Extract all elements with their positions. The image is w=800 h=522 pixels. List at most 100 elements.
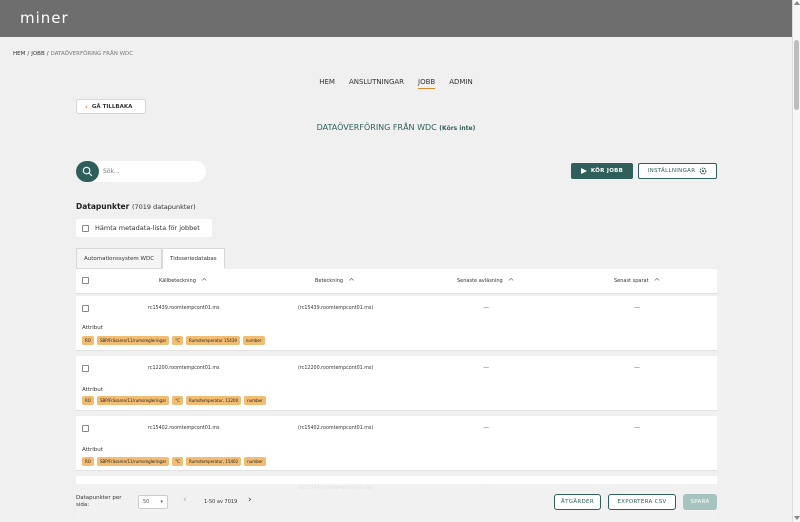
play-icon <box>580 168 587 174</box>
column-last-read[interactable]: Senaste avläsning ^ <box>457 277 514 285</box>
actions-button[interactable]: ÅTGÄRDER <box>554 494 601 510</box>
row-name: (rc12200.roomtempcont01.ms) <box>298 366 374 371</box>
row-source: rc12200.roomtempcont01.ms <box>148 366 220 371</box>
nav-item-home[interactable]: HEM <box>319 78 335 88</box>
row-last-saved: — <box>634 364 640 371</box>
top-bar: miner <box>0 0 792 37</box>
row-last-read: — <box>483 424 489 431</box>
nav-item-connections[interactable]: ANSLUTNINGAR <box>349 78 404 88</box>
settings-label: INSTÄLLNINGAR <box>647 168 696 174</box>
per-page-select[interactable]: 50 ▾ <box>138 495 168 509</box>
datapoints-heading: Datapunkter (7019 datapunkter) <box>76 202 196 211</box>
logo[interactable]: miner <box>20 9 69 27</box>
row-last-saved: — <box>634 424 640 431</box>
scrollbar[interactable] <box>792 0 800 522</box>
badge: RO <box>82 336 94 345</box>
table-row[interactable]: rc12200.roomtempcont01.ms (rc12200.roomt… <box>76 356 717 411</box>
search-box <box>76 161 206 182</box>
badge: number <box>242 336 265 345</box>
tab-automation-system[interactable]: Automationssystem WDC <box>76 248 163 269</box>
back-button[interactable]: ‹ GÅ TILLBAKA <box>76 99 146 114</box>
page-title: DATAÖVERFÖRING FRÅN WDC (Körs inte) <box>0 123 792 132</box>
row-last-read: — <box>483 304 489 311</box>
badge: Rumstemperatur, 15402 <box>185 457 242 466</box>
run-job-label: KÖR JOBB <box>590 168 624 174</box>
breadcrumb-current: DATAÖVERFÖRING FRÅN WDC <box>50 51 134 57</box>
chevron-left-icon[interactable]: ‹ <box>183 495 187 505</box>
datapoints-count: (7019 datapunkter) <box>131 203 196 211</box>
column-name-label: Beteckning <box>315 278 344 284</box>
datapoints-title: Datapunkter <box>76 202 130 211</box>
save-button[interactable]: SPARA <box>683 494 717 510</box>
table-row[interactable]: rc15402.roomtempcont01.ms (rc15402.roomt… <box>76 416 717 471</box>
chevron-right-icon[interactable]: › <box>248 495 252 505</box>
badge: SBP/Fräsaren/11/rumsregleringar <box>96 396 170 405</box>
page-title-text: DATAÖVERFÖRING FRÅN WDC <box>316 123 437 132</box>
gear-icon <box>699 167 707 175</box>
sort-asc-icon: ^ <box>200 276 208 286</box>
search-button[interactable] <box>76 161 99 182</box>
search-input[interactable] <box>103 168 203 175</box>
per-page-label: Datapunkter per sida: <box>76 495 122 508</box>
badge: Rumstemperatur 15439 <box>185 336 240 345</box>
breadcrumb: HEM / JOBB / DATAÖVERFÖRING FRÅN WDC <box>13 51 134 57</box>
table-header: Källbeteckning ^ Beteckning ^ Senaste avlä… <box>76 269 717 294</box>
scroll-thumb[interactable] <box>794 40 799 110</box>
sort-asc-icon: ^ <box>348 276 355 286</box>
attribute-badges: RO SBP/Fräsaren/11/rumsregleringar °C Ru… <box>82 457 266 466</box>
nav-item-admin[interactable]: ADMIN <box>449 78 473 88</box>
badge: number <box>244 457 266 466</box>
badge: °C <box>172 457 183 466</box>
attribute-label: Attribut <box>82 387 103 393</box>
chevron-down-icon: ▾ <box>160 499 163 505</box>
badge: RO <box>82 396 94 405</box>
attribute-badges: RO SBP/Fräsaren/11/rumsregleringar °C Ru… <box>82 396 266 405</box>
column-last-saved[interactable]: Senast sparat ^ <box>614 276 661 286</box>
attribute-label: Attribut <box>82 447 103 453</box>
chevron-left-icon: ‹ <box>85 102 88 111</box>
row-checkbox[interactable] <box>82 305 89 312</box>
sort-asc-icon: ^ <box>653 276 661 286</box>
select-all-checkbox[interactable] <box>82 277 89 284</box>
badge: °C <box>172 336 183 345</box>
tabs: Automationssystem WDC Tidsseriedatabas <box>76 248 225 269</box>
metadata-option: Hämta metadata-lista för jobbet <box>76 219 212 237</box>
row-name: (rc15439.roomtempcont01.ms) <box>298 306 374 311</box>
row-last-read: — <box>483 364 489 371</box>
scroll-down-icon[interactable] <box>794 516 800 520</box>
export-csv-button[interactable]: EXPORTERA CSV <box>608 494 676 510</box>
search-icon <box>82 166 93 177</box>
nav-item-jobs[interactable]: JOBB <box>418 78 436 89</box>
badge: RO <box>82 457 94 466</box>
breadcrumb-jobs[interactable]: JOBB <box>31 51 45 57</box>
row-checkbox[interactable] <box>82 365 89 372</box>
column-name[interactable]: Beteckning ^ <box>315 276 355 286</box>
per-page-value: 50 <box>143 499 150 505</box>
table-row[interactable]: rc15439.roomtempcont01.ms (rc15439.roomt… <box>76 296 717 351</box>
badge: number <box>244 396 266 405</box>
pagination-range: 1-50 av 7019 <box>204 499 238 505</box>
badge: Rumstemperatur, 12200 <box>185 396 242 405</box>
column-last-saved-label: Senast sparat <box>614 278 649 284</box>
badge: SBP/Fräsaren/11/rumsregleringar <box>96 336 170 345</box>
metadata-checkbox-label: Hämta metadata-lista för jobbet <box>95 224 200 232</box>
row-checkbox[interactable] <box>82 425 89 432</box>
main-nav: HEM ANSLUTNINGAR JOBB ADMIN <box>0 78 792 89</box>
tab-timeseries-db[interactable]: Tidsseriedatabas <box>162 248 225 269</box>
run-job-button[interactable]: KÖR JOBB <box>571 163 633 179</box>
row-source: rc15402.roomtempcont01.ms <box>148 426 220 431</box>
job-status: (Körs inte) <box>439 125 476 132</box>
scroll-up-icon[interactable] <box>794 1 800 5</box>
badge: SBP/Fräsaren/11/rumsregleringar <box>96 457 170 466</box>
row-last-saved: — <box>634 304 640 311</box>
badge: °C <box>172 396 183 405</box>
row-source: rc15439.roomtempcont01.ms <box>148 306 220 311</box>
breadcrumb-home[interactable]: HEM <box>13 51 25 57</box>
row-name: (rc15402.roomtempcont01.ms) <box>298 426 374 431</box>
column-source-label: Källbeteckning <box>159 278 196 284</box>
column-last-read-label: Senaste avläsning <box>457 278 503 284</box>
column-source[interactable]: Källbeteckning ^ <box>159 276 208 286</box>
settings-button[interactable]: INSTÄLLNINGAR <box>638 163 717 179</box>
attribute-badges: RO SBP/Fräsaren/11/rumsregleringar °C Ru… <box>82 336 265 345</box>
metadata-checkbox[interactable] <box>82 224 89 232</box>
